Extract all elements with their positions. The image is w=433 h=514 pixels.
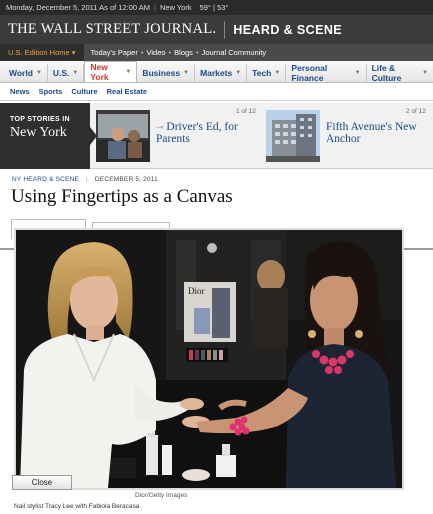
story-headline[interactable]: Fifth Avenue's New Anchor <box>326 121 431 165</box>
journal-community-link[interactable]: Journal Community <box>199 48 270 57</box>
tab-us[interactable]: U.S. ▼ <box>48 64 85 82</box>
location-text[interactable]: New York <box>160 3 192 12</box>
edition-selector[interactable]: U.S. Edition Home ▾ <box>0 44 84 61</box>
tab-personal-finance[interactable]: Personal Finance ▼ <box>286 63 367 83</box>
photo-caption: Nail stylist Tracy Lee with Fabiola Bera… <box>14 503 140 510</box>
close-button[interactable]: Close <box>12 475 72 490</box>
photo-lightbox[interactable]: Dior <box>14 228 404 490</box>
weather-text[interactable]: 59° | 53° <box>200 3 229 12</box>
photo: Dior <box>16 230 402 488</box>
sub-nav: News Sports Culture Real Estate <box>0 83 433 101</box>
story-thumbnail[interactable] <box>96 110 150 162</box>
chevron-down-icon: ▼ <box>422 70 429 76</box>
todays-paper-link[interactable]: Today's Paper <box>88 48 141 57</box>
top-stories-strip: TOP STORIES IN New York ⊸ Driver's Ed, f… <box>0 103 433 169</box>
masthead: THE WALL STREET JOURNAL. HEARD & SCENE <box>0 15 433 44</box>
chevron-down-icon: ▼ <box>125 69 132 75</box>
subnav-sports[interactable]: Sports <box>39 87 63 96</box>
wsj-logo[interactable]: THE WALL STREET JOURNAL. <box>8 21 216 38</box>
chevron-down-icon: ▼ <box>274 70 281 76</box>
date-text: Monday, December 5, 2011 As of 12:00 AM <box>6 3 150 12</box>
main-nav: World ▼ U.S. ▼ New York ▼ Business ▼ Markets… <box>0 61 433 83</box>
top-stories-label: TOP STORIES IN New York <box>0 103 90 169</box>
story-thumbnail[interactable] <box>266 110 320 162</box>
dior-poster-text: Dior <box>188 286 205 296</box>
tab-markets[interactable]: Markets ▼ <box>195 64 248 82</box>
tab-tech[interactable]: Tech ▼ <box>247 64 287 82</box>
tab-life-culture[interactable]: Life & Culture ▼ <box>367 63 433 83</box>
subnav-news[interactable]: News <box>10 87 30 96</box>
chevron-down-icon: ▼ <box>35 70 42 76</box>
page-title: Using Fingertips as a Canvas <box>11 186 233 207</box>
story-count: 1 of 12 <box>236 108 256 115</box>
story-count: 2 of 12 <box>406 108 426 115</box>
blogs-link[interactable]: Blogs <box>171 48 196 57</box>
top-story-1[interactable]: ⊸ Driver's Ed, for Parents 1 of 12 <box>96 107 261 165</box>
video-link[interactable]: Video <box>143 48 168 57</box>
chevron-down-icon: ▼ <box>235 70 242 76</box>
chevron-down-icon: ▼ <box>354 70 361 76</box>
top-info-bar: Monday, December 5, 2011 As of 12:00 AM … <box>0 0 433 15</box>
tab-business[interactable]: Business ▼ <box>137 64 196 82</box>
tab-world[interactable]: World ▼ <box>4 64 48 82</box>
chevron-down-icon: ▼ <box>72 70 79 76</box>
photo-credit: Dior/Getty Images <box>135 492 188 499</box>
story-headline[interactable]: Driver's Ed, for Parents <box>156 121 238 145</box>
chevron-down-icon: ▼ <box>183 70 190 76</box>
top-story-2[interactable]: Fifth Avenue's New Anchor 2 of 12 <box>266 107 431 165</box>
subnav-culture[interactable]: Culture <box>71 87 97 96</box>
article-date: DECEMBER 5, 2011 <box>94 176 158 183</box>
tab-new-york[interactable]: New York ▼ <box>84 61 138 82</box>
article-kicker: NY HEARD & SCENE | DECEMBER 5, 2011 <box>12 176 158 183</box>
subnav-real-estate[interactable]: Real Estate <box>107 87 147 96</box>
section-title[interactable]: HEARD & SCENE <box>233 23 342 37</box>
edition-bar: U.S. Edition Home ▾ Today's Paper • Vide… <box>0 44 433 61</box>
key-icon: ⊸ <box>156 122 164 132</box>
